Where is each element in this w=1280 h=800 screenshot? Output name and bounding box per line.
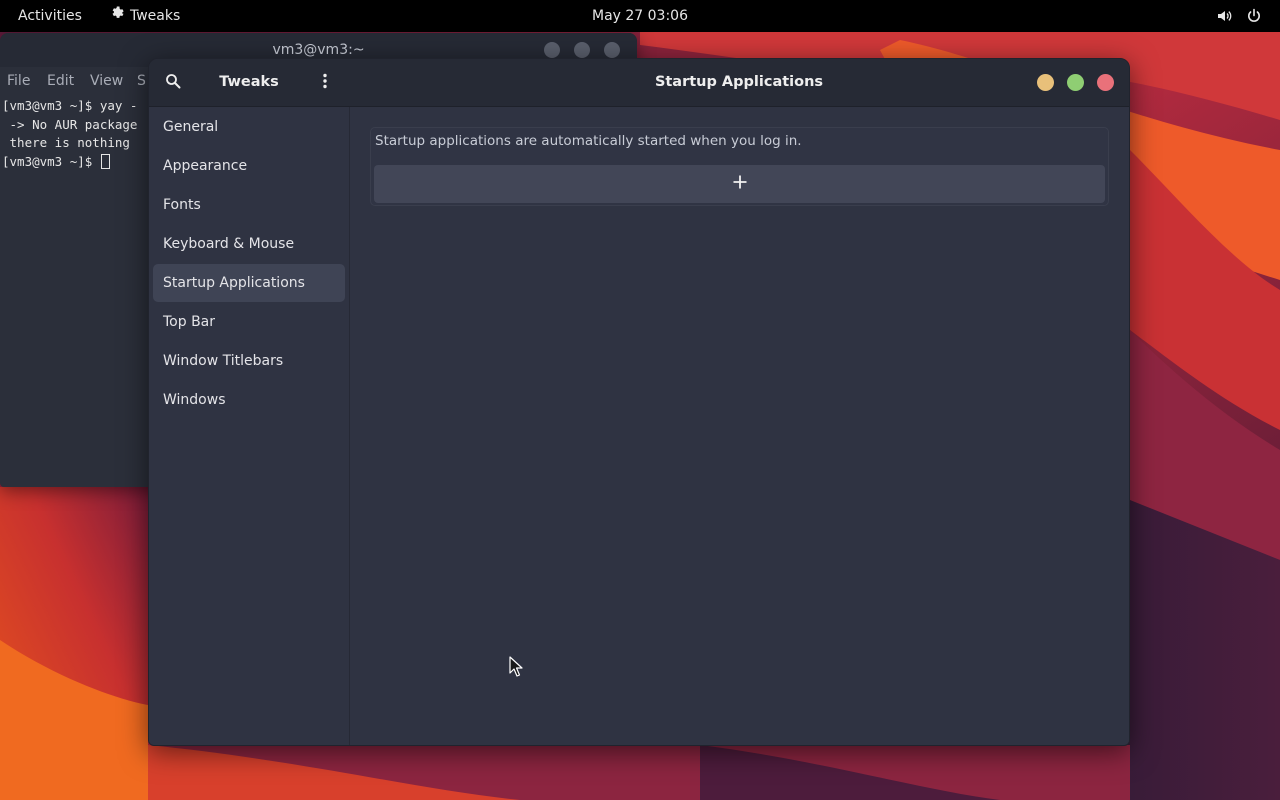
app-title: Tweaks — [219, 74, 279, 90]
sidebar-item-startup-applications[interactable]: Startup Applications — [153, 264, 345, 302]
clock[interactable]: May 27 03:06 — [592, 8, 688, 24]
content-area: Startup applications are automatically s… — [350, 107, 1129, 745]
maximize-button[interactable] — [1067, 74, 1084, 91]
terminal-close-button[interactable] — [604, 42, 620, 58]
terminal-menu-edit[interactable]: Edit — [47, 73, 74, 89]
page-title: Startup Applications — [654, 74, 824, 90]
terminal-prompt: [vm3@vm3 ~]$ — [2, 153, 100, 169]
sidebar-item-keyboard-mouse[interactable]: Keyboard & Mouse — [153, 225, 345, 263]
startup-applications-list: Startup applications are automatically s… — [370, 127, 1109, 206]
app-menu-label: Tweaks — [130, 8, 181, 24]
vertical-ellipsis-icon — [323, 73, 327, 93]
terminal-menu-file[interactable]: File — [7, 73, 30, 89]
terminal-menu-view[interactable]: View — [90, 73, 123, 89]
mouse-pointer-icon — [509, 656, 523, 677]
terminal-maximize-button[interactable] — [574, 42, 590, 58]
tweaks-window[interactable]: Tweaks Startup Applications General Appe… — [148, 58, 1130, 746]
sidebar-item-windows[interactable]: Windows — [153, 381, 345, 419]
add-startup-application-button[interactable] — [374, 165, 1105, 203]
app-menu[interactable]: Tweaks — [110, 0, 180, 32]
gear-icon — [110, 0, 124, 32]
terminal-cursor — [100, 153, 110, 169]
top-bar: Activities Tweaks May 27 03:06 — [0, 0, 1280, 32]
minimize-button[interactable] — [1037, 74, 1054, 91]
tweaks-headerbar[interactable]: Tweaks Startup Applications — [149, 59, 1129, 107]
search-button[interactable] — [161, 71, 185, 95]
terminal-menu-search[interactable]: S — [137, 73, 146, 89]
plus-icon — [732, 174, 748, 194]
main-menu-button[interactable] — [315, 71, 335, 95]
sidebar-item-general[interactable]: General — [153, 108, 345, 146]
sidebar-item-appearance[interactable]: Appearance — [153, 147, 345, 185]
clock-container: May 27 03:06 — [0, 0, 1280, 32]
startup-description: Startup applications are automatically s… — [375, 133, 802, 149]
sidebar-item-fonts[interactable]: Fonts — [153, 186, 345, 224]
search-icon — [165, 73, 181, 93]
power-icon[interactable] — [1244, 0, 1264, 32]
sidebar-item-top-bar[interactable]: Top Bar — [153, 303, 345, 341]
volume-icon[interactable] — [1214, 0, 1234, 32]
terminal-minimize-button[interactable] — [544, 42, 560, 58]
sidebar-item-window-titlebars[interactable]: Window Titlebars — [153, 342, 345, 380]
activities-button[interactable]: Activities — [18, 0, 82, 32]
close-button[interactable] — [1097, 74, 1114, 91]
sidebar: General Appearance Fonts Keyboard & Mous… — [149, 107, 350, 745]
